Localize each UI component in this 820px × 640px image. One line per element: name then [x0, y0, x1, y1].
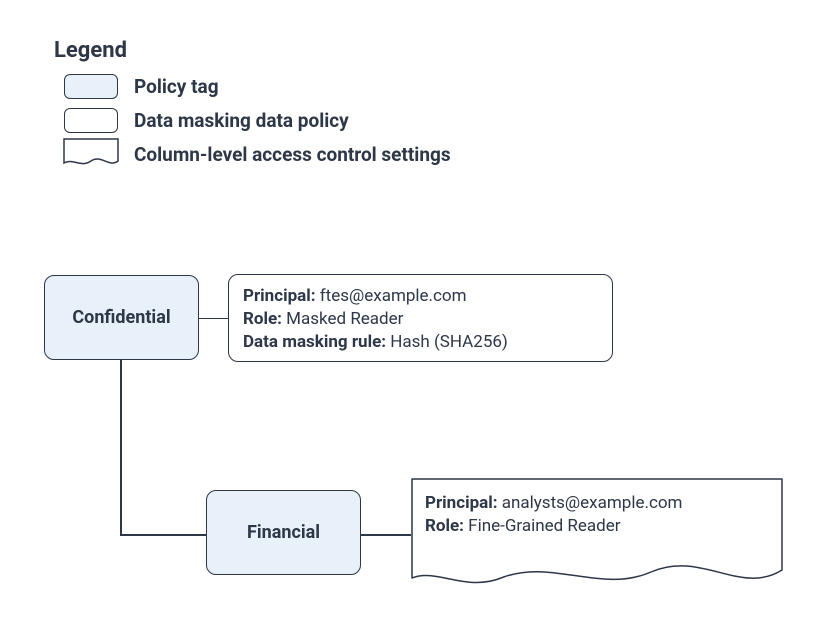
role-value: Fine-Grained Reader	[464, 516, 621, 536]
connector-line	[361, 534, 411, 536]
role-key: Role:	[425, 516, 464, 536]
clac-settings-financial: Principal: analysts@example.com Role: Fi…	[411, 478, 783, 596]
connector-line	[120, 360, 122, 535]
policy-tag-financial: Financial	[206, 490, 361, 575]
legend-row-policy-tag: Policy tag	[54, 71, 451, 101]
legend-label: Policy tag	[134, 75, 219, 98]
clac-swatch-icon	[54, 139, 128, 169]
rule-row: Data masking rule: Hash (SHA256)	[243, 331, 598, 354]
legend-label: Data masking data policy	[134, 109, 349, 132]
policy-tag-swatch-icon	[54, 71, 128, 101]
policy-tag-confidential: Confidential	[44, 275, 199, 360]
data-masking-swatch-icon	[54, 105, 128, 135]
legend: Legend Policy tag Data masking data poli…	[54, 38, 451, 173]
data-masking-policy-confidential: Principal: ftes@example.com Role: Masked…	[228, 274, 613, 362]
connector-line	[120, 534, 206, 536]
policy-tag-label: Financial	[247, 522, 320, 543]
role-value: Masked Reader	[282, 309, 403, 329]
principal-row: Principal: analysts@example.com	[425, 492, 682, 515]
rule-key: Data masking rule:	[243, 332, 386, 352]
rule-value: Hash (SHA256)	[386, 332, 508, 352]
legend-label: Column-level access control settings	[134, 143, 451, 166]
principal-value: ftes@example.com	[316, 286, 467, 306]
connector-line	[199, 318, 228, 320]
role-row: Role: Masked Reader	[243, 308, 598, 331]
role-key: Role:	[243, 309, 282, 329]
principal-row: Principal: ftes@example.com	[243, 285, 598, 308]
principal-value: analysts@example.com	[498, 493, 683, 513]
principal-key: Principal:	[425, 493, 498, 513]
legend-title: Legend	[54, 38, 451, 63]
legend-row-data-masking: Data masking data policy	[54, 105, 451, 135]
role-row: Role: Fine-Grained Reader	[425, 515, 682, 538]
policy-tag-label: Confidential	[72, 307, 170, 328]
legend-row-clac: Column-level access control settings	[54, 139, 451, 169]
principal-key: Principal:	[243, 286, 316, 306]
